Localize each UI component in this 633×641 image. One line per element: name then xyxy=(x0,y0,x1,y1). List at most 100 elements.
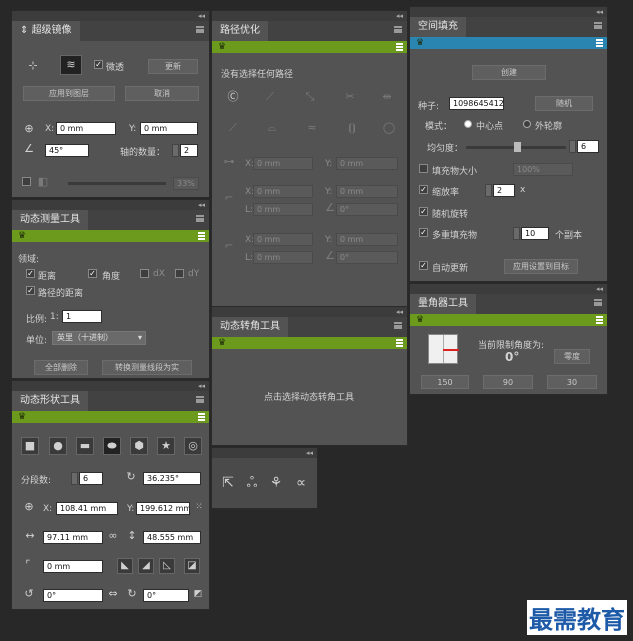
opacity-input[interactable]: 33% xyxy=(173,177,199,190)
close-path-icon[interactable]: Ⓒ xyxy=(226,90,240,104)
y-input[interactable]: 0 mm xyxy=(140,122,198,135)
bracket-icon[interactable]: ⦗⦘ xyxy=(343,121,361,135)
smooth-icon[interactable]: ⌓ xyxy=(263,121,281,135)
band-menu-icon[interactable] xyxy=(198,413,205,421)
segments-stepper[interactable] xyxy=(71,472,78,485)
collapse-icon[interactable]: ◂◂ xyxy=(306,448,313,458)
grid-anchor-icon[interactable]: ⁙ xyxy=(192,500,206,514)
scale-checkbox[interactable]: ✓ xyxy=(419,185,428,194)
mirror-axis-icon[interactable]: ⊹ xyxy=(23,59,43,73)
band-menu-icon[interactable] xyxy=(596,39,603,47)
l-input-2[interactable]: 0 mm xyxy=(253,203,313,216)
angle-input[interactable]: 45° xyxy=(45,144,89,157)
tab-protractor[interactable]: 量角器工具 xyxy=(410,294,476,314)
panel-topbar[interactable]: ◂◂ xyxy=(212,11,407,21)
y-input-2[interactable]: 0 mm xyxy=(336,185,398,198)
circles-tool-icon[interactable]: ஃ xyxy=(243,476,261,490)
cut-tool-icon[interactable]: ✂ xyxy=(343,90,357,104)
axis-count-stepper[interactable] xyxy=(172,144,179,157)
x-input-1[interactable]: 0 mm xyxy=(253,157,313,170)
panel-topbar[interactable]: ◂◂ xyxy=(12,381,209,391)
collapse-icon[interactable]: ◂◂ xyxy=(396,11,403,21)
cancel-button[interactable]: 取消 xyxy=(125,86,199,101)
collapse-icon[interactable]: ◂◂ xyxy=(596,7,603,17)
y-input[interactable]: 199.612 mm xyxy=(136,502,190,515)
panel-topbar[interactable]: ◂◂ xyxy=(12,200,209,210)
angle-90-button[interactable]: 90 xyxy=(483,375,533,389)
line-tool-icon[interactable]: ⟋ xyxy=(263,90,277,104)
create-button[interactable]: 创建 xyxy=(472,65,546,80)
square-shape-button[interactable]: ■ xyxy=(21,437,39,455)
path-distance-checkbox[interactable]: ✓ xyxy=(26,286,35,295)
nodes-tool-icon[interactable]: ⚘ xyxy=(267,476,285,490)
angle-input-2[interactable]: 0° xyxy=(336,203,398,216)
ring-shape-button[interactable]: ◎ xyxy=(184,437,202,455)
hexagon-shape-button[interactable]: ⬢ xyxy=(130,437,148,455)
mode-outside-radio[interactable] xyxy=(523,120,531,128)
angle-150-button[interactable]: 150 xyxy=(421,375,469,389)
band-menu-icon[interactable] xyxy=(396,339,403,347)
width-input[interactable]: 97.11 mm xyxy=(43,531,103,544)
panel-topbar[interactable]: ◂◂ xyxy=(212,307,407,317)
swap-icon[interactable]: ⇔ xyxy=(106,587,120,601)
rect-shape-button[interactable]: ▬ xyxy=(76,437,94,455)
collapse-icon[interactable]: ◂◂ xyxy=(396,307,403,317)
distance-checkbox[interactable]: ✓ xyxy=(26,269,35,278)
corner-style-3-button[interactable]: ◺ xyxy=(159,558,175,574)
panel-topbar[interactable]: ◂◂ xyxy=(410,7,607,17)
panel-topbar[interactable]: ◂◂ xyxy=(212,448,317,458)
tab-path-optimize[interactable]: 路径优化 xyxy=(212,21,268,41)
fill-size-input[interactable]: 100% xyxy=(513,163,573,176)
panel-topbar[interactable]: ◂◂ xyxy=(410,284,607,294)
select-tool-icon[interactable]: ⇱ xyxy=(220,476,236,490)
multi-fill-stepper[interactable] xyxy=(513,227,520,240)
update-button[interactable]: 更新 xyxy=(148,59,198,74)
tab-shape[interactable]: 动态形状工具 xyxy=(12,391,88,411)
tab-super-mirror[interactable]: ⇕ 超级镜像 xyxy=(12,21,80,41)
multi-fill-checkbox[interactable]: ✓ xyxy=(419,228,428,237)
remove-anchor-icon[interactable]: ⇹ xyxy=(380,90,394,104)
angle-30-button[interactable]: 30 xyxy=(547,375,597,389)
collapse-icon[interactable]: ◂◂ xyxy=(198,200,205,210)
panel-topbar[interactable]: ◂◂ xyxy=(12,11,209,21)
opacity-checkbox[interactable] xyxy=(22,177,31,186)
star-shape-button[interactable]: ★ xyxy=(157,437,175,455)
zero-button[interactable]: 零度 xyxy=(554,349,590,364)
x-input-3[interactable]: 0 mm xyxy=(253,233,313,246)
random-button[interactable]: 随机 xyxy=(535,96,593,111)
panel-menu-icon[interactable] xyxy=(594,22,602,29)
seed-input[interactable]: 1098645412 xyxy=(449,97,504,110)
wave-icon[interactable]: ≈ xyxy=(303,121,321,135)
panel-menu-icon[interactable] xyxy=(594,299,602,306)
rotation-input[interactable]: 36.235° xyxy=(143,472,201,485)
scale-stepper[interactable] xyxy=(485,184,492,197)
panel-menu-icon[interactable] xyxy=(394,26,402,33)
node-tool-icon[interactable]: ⤡ xyxy=(303,90,317,104)
unit-select[interactable]: 英里（十进制） ▾ xyxy=(52,331,146,345)
opacity-slider[interactable] xyxy=(68,182,166,185)
l-input-3[interactable]: 0 mm xyxy=(253,251,313,264)
band-menu-icon[interactable] xyxy=(198,232,205,240)
scale-input[interactable]: 2 xyxy=(493,184,515,197)
collapse-icon[interactable]: ◂◂ xyxy=(198,381,205,391)
panel-menu-icon[interactable] xyxy=(394,322,402,329)
straight-icon[interactable]: ⟋ xyxy=(226,121,240,135)
dy-checkbox[interactable] xyxy=(175,269,184,278)
apply-target-button[interactable]: 应用设置到目标 xyxy=(504,259,578,274)
axis-count-input[interactable]: 2 xyxy=(180,144,198,157)
x-input[interactable]: 0 mm xyxy=(56,122,116,135)
angle-input-3[interactable]: 0° xyxy=(336,251,398,264)
uniform-slider-thumb[interactable] xyxy=(514,142,521,152)
tab-measure[interactable]: 动态测量工具 xyxy=(12,210,88,230)
multi-fill-input[interactable]: 10 xyxy=(521,227,549,240)
fill-toggle-icon[interactable]: ◩ xyxy=(192,587,204,601)
ellipse-shape-button[interactable]: ⬬ xyxy=(103,437,121,455)
dx-checkbox[interactable] xyxy=(140,269,149,278)
scale-input[interactable]: 1 xyxy=(62,310,102,323)
corner-radius-input[interactable]: 0 mm xyxy=(43,560,103,573)
circle-shape-button[interactable]: ● xyxy=(49,437,67,455)
x-input[interactable]: 108.41 mm xyxy=(56,502,118,515)
y-input-1[interactable]: 0 mm xyxy=(336,157,398,170)
panel-menu-icon[interactable] xyxy=(196,26,204,33)
mode-center-radio[interactable] xyxy=(464,120,472,128)
